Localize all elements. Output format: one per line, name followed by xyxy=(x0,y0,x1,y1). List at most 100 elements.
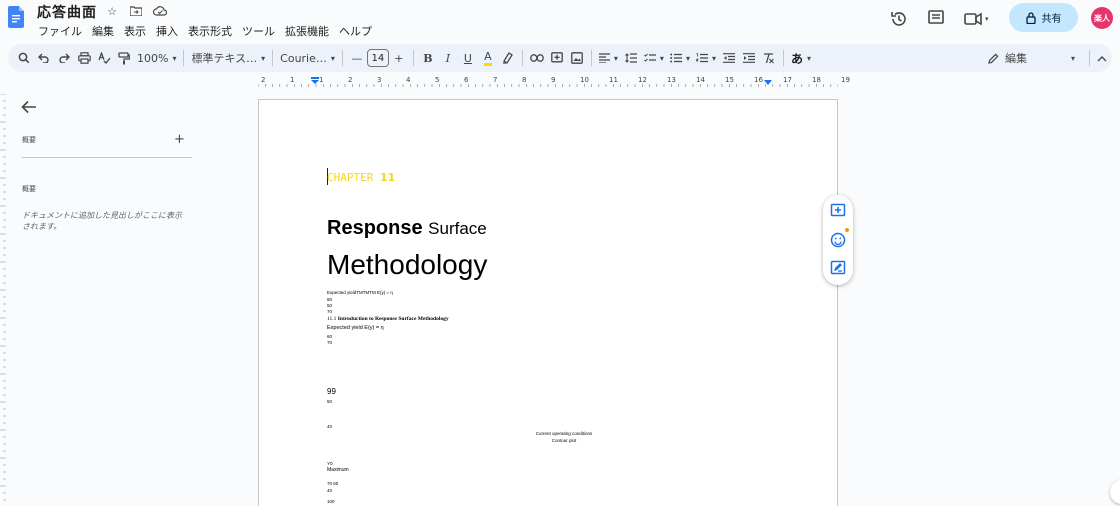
bold-button[interactable]: B xyxy=(418,47,438,69)
body-line[interactable]: 50 xyxy=(327,399,332,404)
ruler-label: 13 xyxy=(667,76,676,84)
body-line[interactable]: Expected yield E(y) = η xyxy=(327,325,384,331)
docs-logo-icon[interactable] xyxy=(8,6,24,28)
comment-icon[interactable] xyxy=(928,10,944,26)
heading-rest: Surface xyxy=(428,219,487,238)
add-comment-icon[interactable] xyxy=(830,203,846,219)
ruler-label: 9 xyxy=(551,76,556,84)
menu-extensions[interactable]: 拡張機能 xyxy=(284,23,330,39)
outline-heading: 概要 xyxy=(22,185,36,193)
clear-formatting-icon[interactable] xyxy=(759,47,779,69)
document-page[interactable]: CHAPTER 11 Response Surface Methodology … xyxy=(258,99,838,506)
history-icon[interactable] xyxy=(890,10,908,28)
menu-tools[interactable]: ツール xyxy=(241,23,276,39)
menu-view[interactable]: 表示 xyxy=(123,23,147,39)
add-tab-button[interactable]: + xyxy=(174,132,185,147)
share-label: 共有 xyxy=(1041,14,1062,25)
numbered-list-dropdown[interactable]: ▾ xyxy=(693,47,719,69)
editing-mode-dropdown[interactable]: 編集 ▾ xyxy=(988,50,1098,66)
heading-line-2[interactable]: Methodology xyxy=(327,249,487,281)
lock-icon xyxy=(1025,11,1036,24)
ruler-label: 10 xyxy=(580,76,589,84)
chevron-down-icon: ▾ xyxy=(330,53,335,63)
pencil-icon xyxy=(988,53,999,64)
align-dropdown[interactable]: ▾ xyxy=(596,47,621,69)
search-menus-icon[interactable] xyxy=(14,47,34,69)
body-line[interactable]: Y0 xyxy=(327,461,333,466)
divider xyxy=(341,50,343,66)
body-line[interactable]: 40 xyxy=(327,424,332,429)
video-icon xyxy=(964,12,982,26)
section-heading[interactable]: 11.1 Introduction to Response Surface Me… xyxy=(327,316,449,322)
menu-insert[interactable]: 挿入 xyxy=(155,23,179,39)
underline-button[interactable]: U xyxy=(458,47,478,69)
zoom-value: 100% xyxy=(137,51,169,65)
body-line[interactable]: 70 xyxy=(327,309,332,314)
move-folder-icon[interactable] xyxy=(126,3,146,19)
body-line[interactable]: Maximum xyxy=(327,467,349,473)
line-spacing-icon[interactable] xyxy=(621,47,641,69)
undo-icon[interactable] xyxy=(34,47,54,69)
ruler-label: 16 xyxy=(754,76,763,84)
share-button[interactable]: 共有 xyxy=(1009,3,1078,32)
italic-button[interactable]: I xyxy=(438,47,458,69)
body-line[interactable]: 70 60 xyxy=(327,481,338,486)
paint-format-icon[interactable] xyxy=(114,47,134,69)
input-tools-dropdown[interactable]: あ ▾ xyxy=(788,47,814,69)
insert-image-icon[interactable] xyxy=(567,47,587,69)
ruler-label: 17 xyxy=(783,76,792,84)
spellcheck-icon[interactable] xyxy=(94,47,114,69)
divider xyxy=(183,50,185,66)
collapse-toolbar-icon[interactable] xyxy=(1092,47,1112,69)
increase-indent-icon[interactable] xyxy=(739,47,759,69)
highlight-icon[interactable] xyxy=(498,47,518,69)
menu-edit[interactable]: 編集 xyxy=(91,23,115,39)
font-dropdown[interactable]: Courie… ▾ xyxy=(277,47,338,69)
menu-format[interactable]: 表示形式 xyxy=(187,23,233,39)
add-comment-icon[interactable] xyxy=(547,47,567,69)
emoji-icon[interactable] xyxy=(830,232,846,248)
body-line[interactable]: Contour plot xyxy=(489,438,639,443)
decrease-indent-icon[interactable] xyxy=(719,47,739,69)
right-indent-marker-icon[interactable] xyxy=(763,80,773,88)
link-icon[interactable] xyxy=(527,47,547,69)
divider xyxy=(1089,50,1090,66)
body-line[interactable]: Expected yieldTMTMTM E(y) = η xyxy=(327,290,393,295)
menu-help[interactable]: ヘルプ xyxy=(338,23,373,39)
chevron-down-icon: ▾ xyxy=(659,53,664,63)
meet-button[interactable]: ▾ xyxy=(964,10,996,28)
explore-button[interactable] xyxy=(1110,480,1120,504)
heading-line-1[interactable]: Response Surface xyxy=(327,217,487,240)
body-line[interactable]: 50 xyxy=(327,303,332,308)
redo-icon[interactable] xyxy=(54,47,74,69)
font-size-input[interactable]: 14 xyxy=(366,49,389,67)
body-line[interactable]: 99 xyxy=(327,387,336,396)
body-line[interactable]: Current operating conditions xyxy=(489,431,639,436)
suggest-edit-icon[interactable] xyxy=(830,260,846,276)
zoom-dropdown[interactable]: 100% ▾ xyxy=(134,47,179,69)
star-icon[interactable]: ☆ xyxy=(102,3,122,19)
text-color-button[interactable]: A xyxy=(478,47,498,69)
body-line[interactable]: 40 xyxy=(327,488,332,493)
chapter-label[interactable]: CHAPTER 11 xyxy=(327,171,395,184)
menu-file[interactable]: ファイル xyxy=(37,23,83,39)
ruler-label: 18 xyxy=(812,76,821,84)
divider xyxy=(22,157,192,158)
increase-font-size-button[interactable]: + xyxy=(389,47,409,69)
body-line[interactable]: 60 xyxy=(327,334,332,339)
paragraph-style-dropdown[interactable]: 標準テキス… ▾ xyxy=(188,47,268,69)
body-line[interactable]: 70 xyxy=(327,340,332,345)
cloud-saved-icon[interactable] xyxy=(150,3,170,19)
print-icon[interactable] xyxy=(74,47,94,69)
decrease-font-size-button[interactable]: — xyxy=(347,47,367,69)
checklist-dropdown[interactable]: ▾ xyxy=(641,47,667,69)
avatar[interactable]: 楽人 xyxy=(1091,7,1113,29)
bulleted-list-dropdown[interactable]: ▾ xyxy=(667,47,693,69)
body-line[interactable]: 100 xyxy=(327,499,335,504)
ruler-label: 19 xyxy=(841,76,850,84)
back-arrow-icon[interactable] xyxy=(20,100,38,114)
document-title[interactable]: 応答曲面 xyxy=(37,2,97,22)
font-value: Courie… xyxy=(280,51,327,65)
body-line[interactable]: 80 xyxy=(327,297,332,302)
horizontal-ruler[interactable]: 2 1 1 2 3 4 5 6 7 8 9 10 11 12 13 14 15 16 17 18 19 xyxy=(258,76,850,89)
